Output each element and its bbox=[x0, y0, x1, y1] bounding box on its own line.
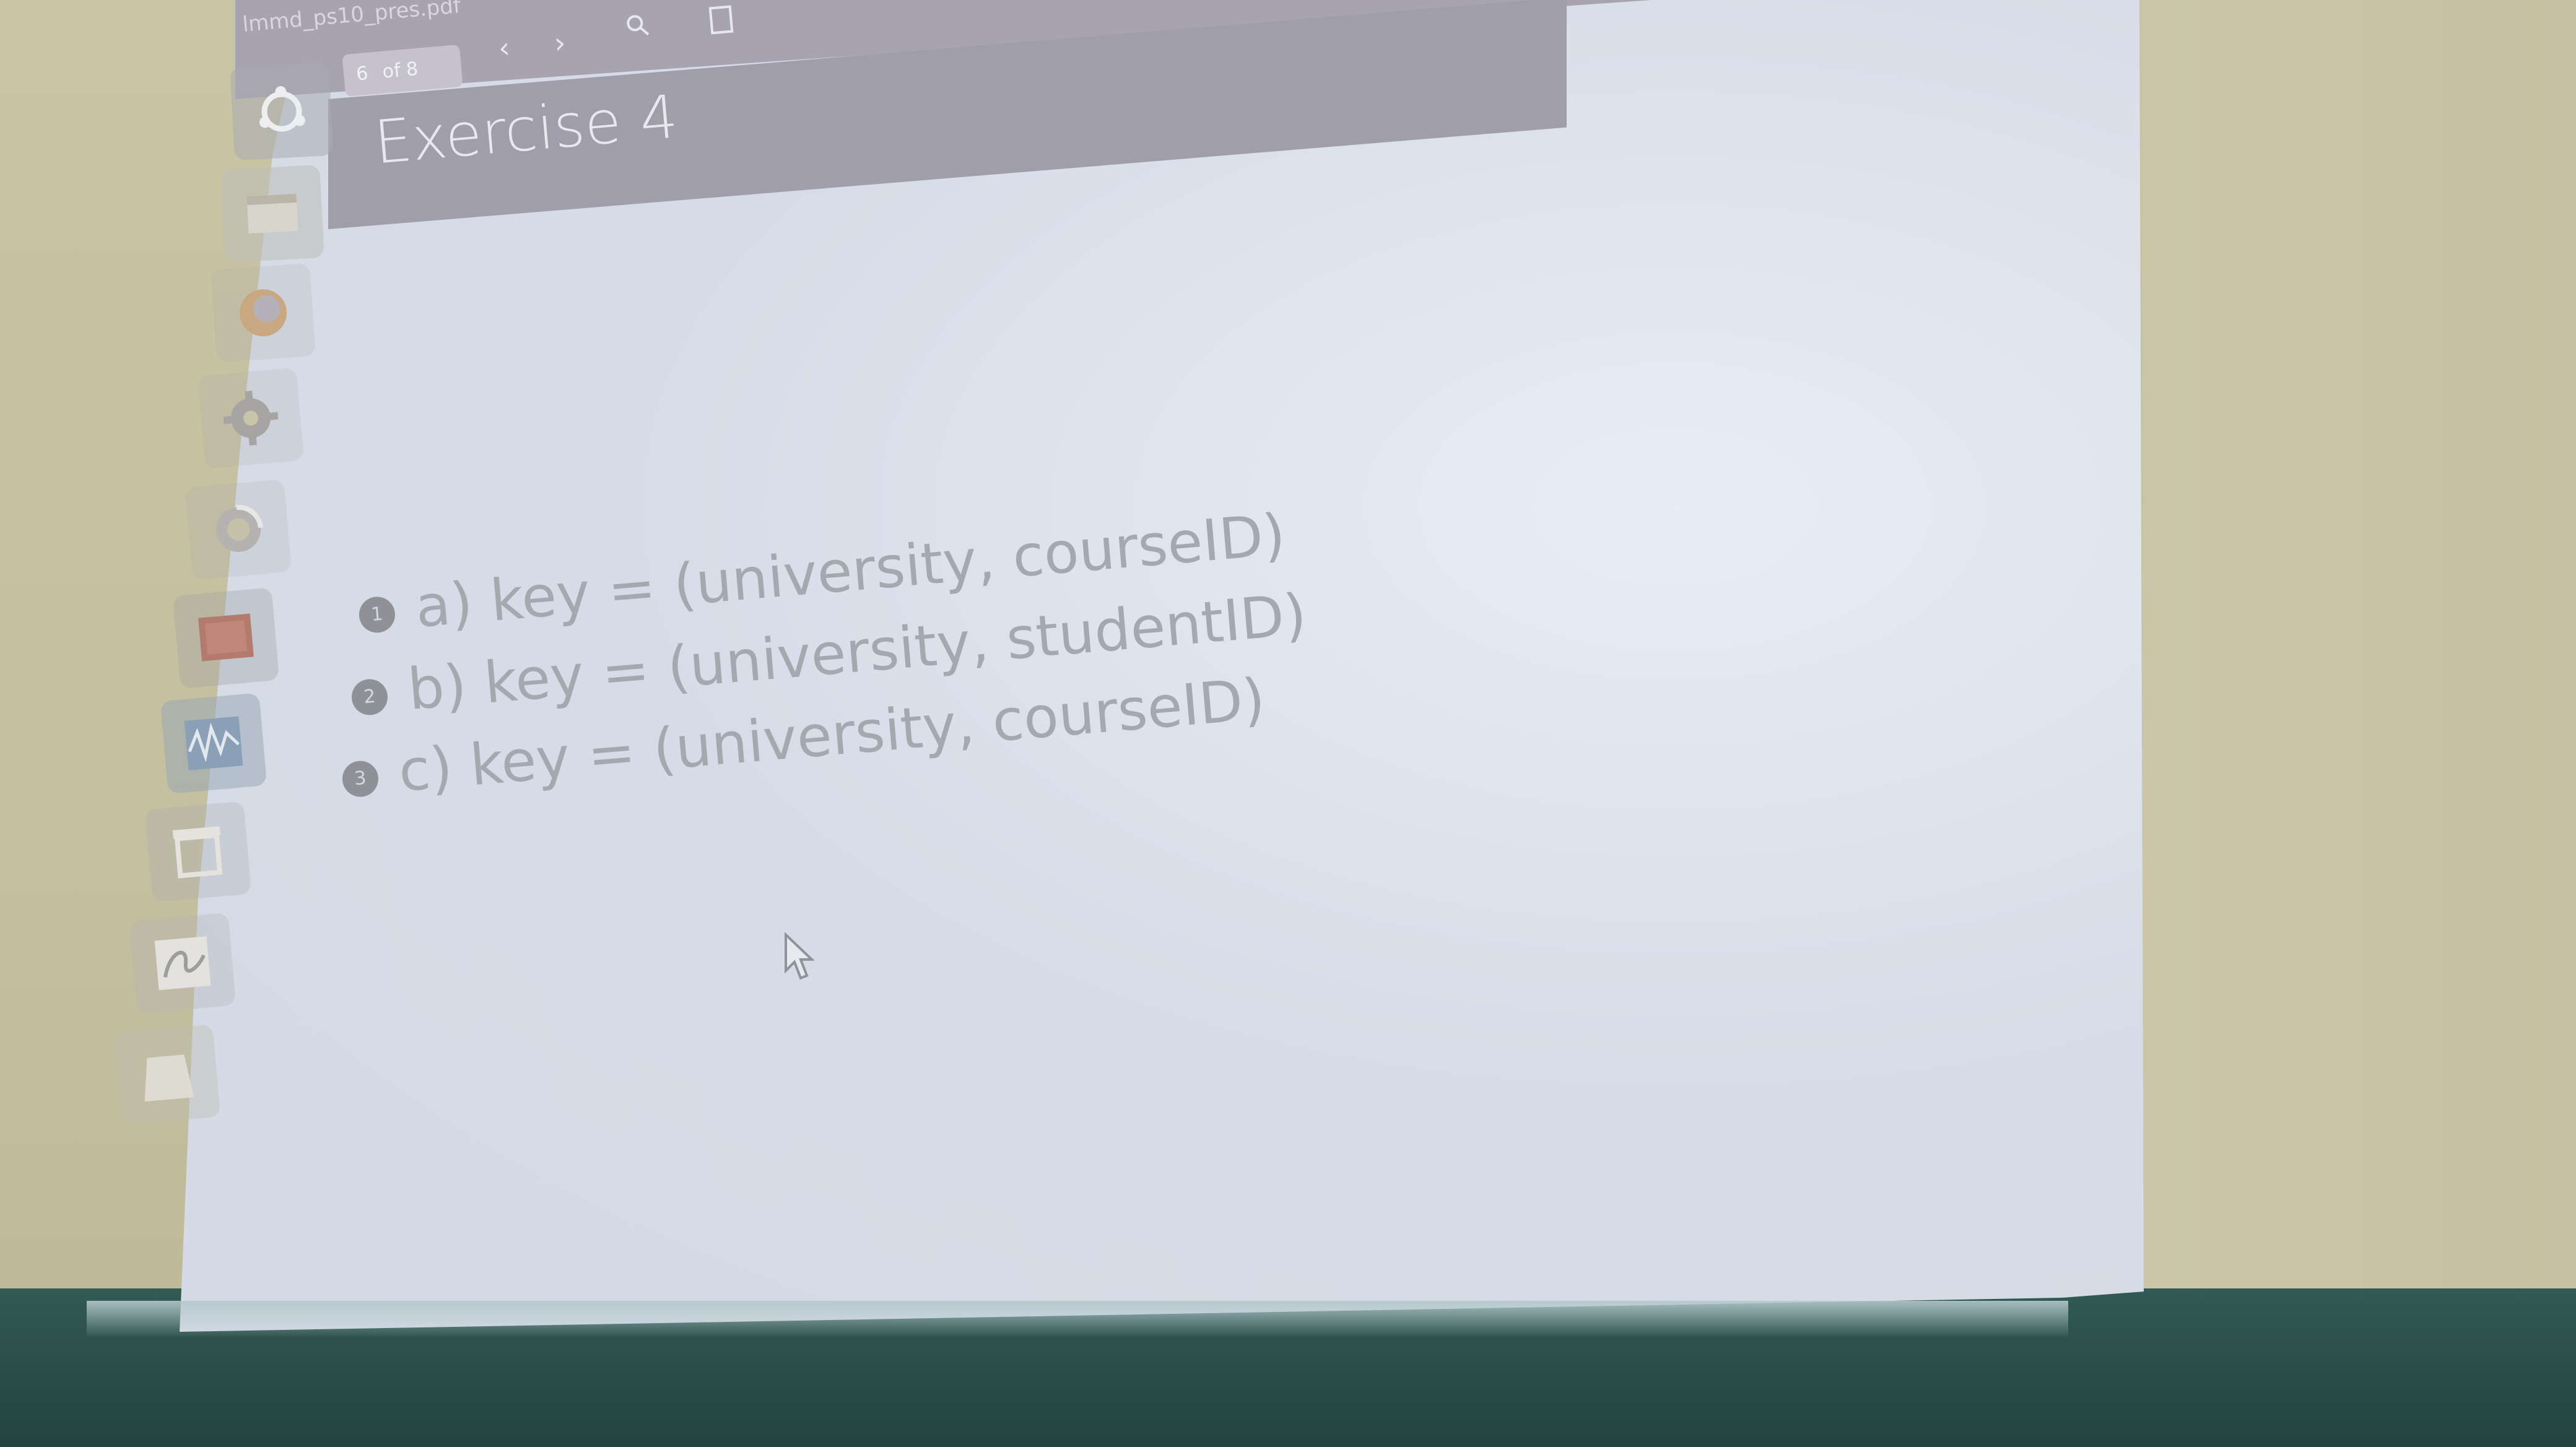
ubuntu-logo-icon[interactable] bbox=[230, 62, 334, 161]
system-update-icon[interactable] bbox=[185, 479, 292, 580]
trash-icon[interactable] bbox=[113, 1024, 221, 1126]
item-number-badge: 2 bbox=[350, 677, 389, 717]
system-monitor-icon[interactable] bbox=[160, 693, 268, 794]
files-icon[interactable] bbox=[220, 164, 324, 263]
presentation-icon[interactable] bbox=[172, 587, 280, 689]
item-number-badge: 3 bbox=[341, 759, 380, 798]
settings-icon[interactable] bbox=[197, 367, 305, 469]
firefox-icon[interactable] bbox=[210, 263, 316, 363]
mouse-pointer-icon bbox=[785, 932, 814, 980]
signature-icon[interactable] bbox=[129, 912, 237, 1014]
item-number-badge: 1 bbox=[357, 595, 397, 634]
scanner-icon[interactable] bbox=[144, 801, 252, 903]
